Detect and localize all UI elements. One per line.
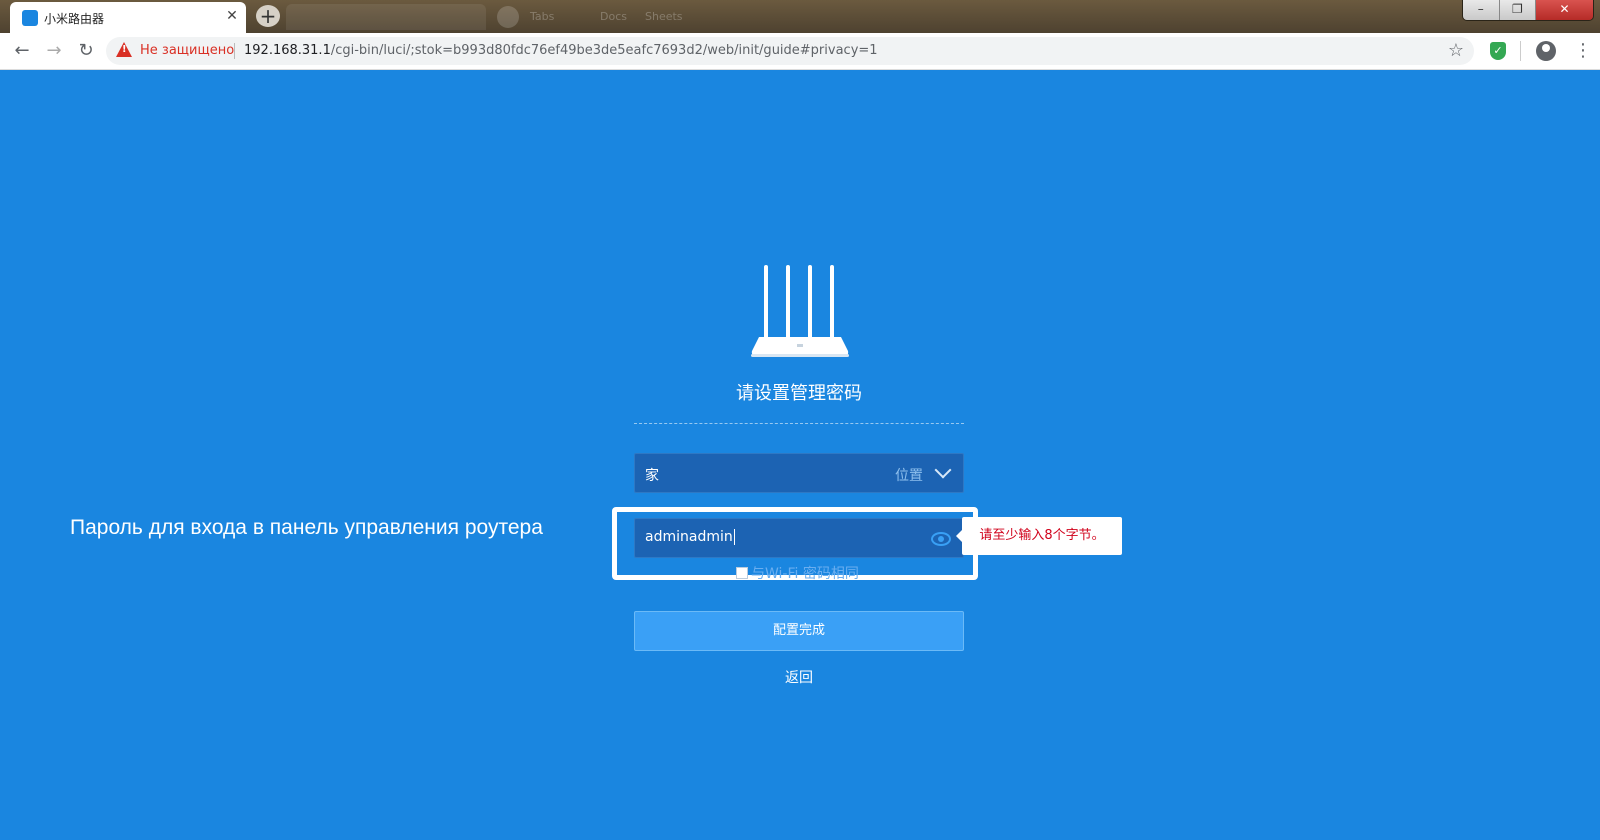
chevron-down-icon[interactable] (934, 461, 952, 479)
url-host: 192.168.31.1 (244, 43, 331, 58)
browser-toolbar: ← → ↻ Не защищено 192.168.31.1/cgi-bin/l… (0, 33, 1600, 70)
restore-button[interactable]: ❐ (1499, 0, 1537, 20)
menu-icon[interactable]: ⋮ (1574, 39, 1592, 63)
same-as-wifi-label[interactable]: 与Wi-Fi 密码相同 (751, 566, 859, 582)
tab-xiaomi-router[interactable]: 小米路由器 ✕ (10, 2, 246, 33)
background-tab-label[interactable]: Docs (600, 10, 627, 23)
warning-icon[interactable] (116, 42, 132, 57)
background-tab-icon (497, 6, 519, 28)
background-tab[interactable] (286, 4, 486, 30)
address-bar[interactable]: Не защищено 192.168.31.1/cgi-bin/luci/;s… (106, 37, 1474, 65)
tab-title: 小米路由器 (44, 12, 105, 26)
submit-button[interactable]: 配置完成 (634, 611, 964, 651)
back-link[interactable]: 返回 (634, 667, 964, 687)
window-controls: – ❐ ✕ (1462, 0, 1594, 21)
password-input[interactable]: adminadmin (634, 518, 964, 558)
error-tooltip: 请至少输入8个字节。 (956, 517, 1122, 555)
router-setup-page: 请设置管理密码 家 位置 adminadmin 请至少输入8个字节。 Парол… (0, 70, 1600, 840)
security-label[interactable]: Не защищено (140, 43, 234, 58)
location-value: 家 (645, 468, 659, 484)
url-text[interactable]: 192.168.31.1/cgi-bin/luci/;stok=b993d80f… (244, 43, 878, 58)
forward-arrow-icon[interactable]: → (42, 39, 66, 63)
account-icon[interactable] (1536, 41, 1556, 61)
background-tab-label[interactable]: Tabs (530, 10, 554, 23)
reload-icon[interactable]: ↻ (74, 39, 98, 63)
same-as-wifi-checkbox[interactable] (736, 567, 748, 579)
minimize-button[interactable]: – (1463, 0, 1500, 20)
same-as-wifi-option[interactable]: 与Wi-Fi 密码相同 (736, 563, 859, 583)
title-divider (634, 423, 964, 424)
browser-titlebar: 小米路由器 ✕ + Tabs Docs Sheets – ❐ ✕ (0, 0, 1600, 33)
omnibox-divider (234, 43, 235, 59)
wifi-favicon-icon (22, 10, 38, 26)
page-title: 请设置管理密码 (736, 383, 862, 404)
star-icon[interactable]: ☆ (1448, 40, 1464, 61)
shield-icon[interactable]: ✓ (1490, 42, 1506, 60)
window-close-button[interactable]: ✕ (1536, 0, 1593, 20)
url-path: /cgi-bin/luci/;stok=b993d80fdc76ef49be3d… (330, 43, 878, 58)
back-arrow-icon[interactable]: ← (10, 39, 34, 63)
router-illustration (751, 265, 849, 357)
new-tab-button[interactable]: + (256, 5, 280, 27)
background-tab-label[interactable]: Sheets (645, 10, 683, 23)
toolbar-divider (1520, 41, 1521, 61)
close-icon[interactable]: ✕ (224, 8, 240, 24)
password-value: adminadmin (645, 529, 735, 545)
eye-icon[interactable] (931, 532, 951, 546)
location-select[interactable]: 家 位置 (634, 453, 964, 493)
location-label: 位置 (895, 468, 923, 484)
annotation-text: Пароль для входа в панель управления роу… (70, 516, 543, 539)
